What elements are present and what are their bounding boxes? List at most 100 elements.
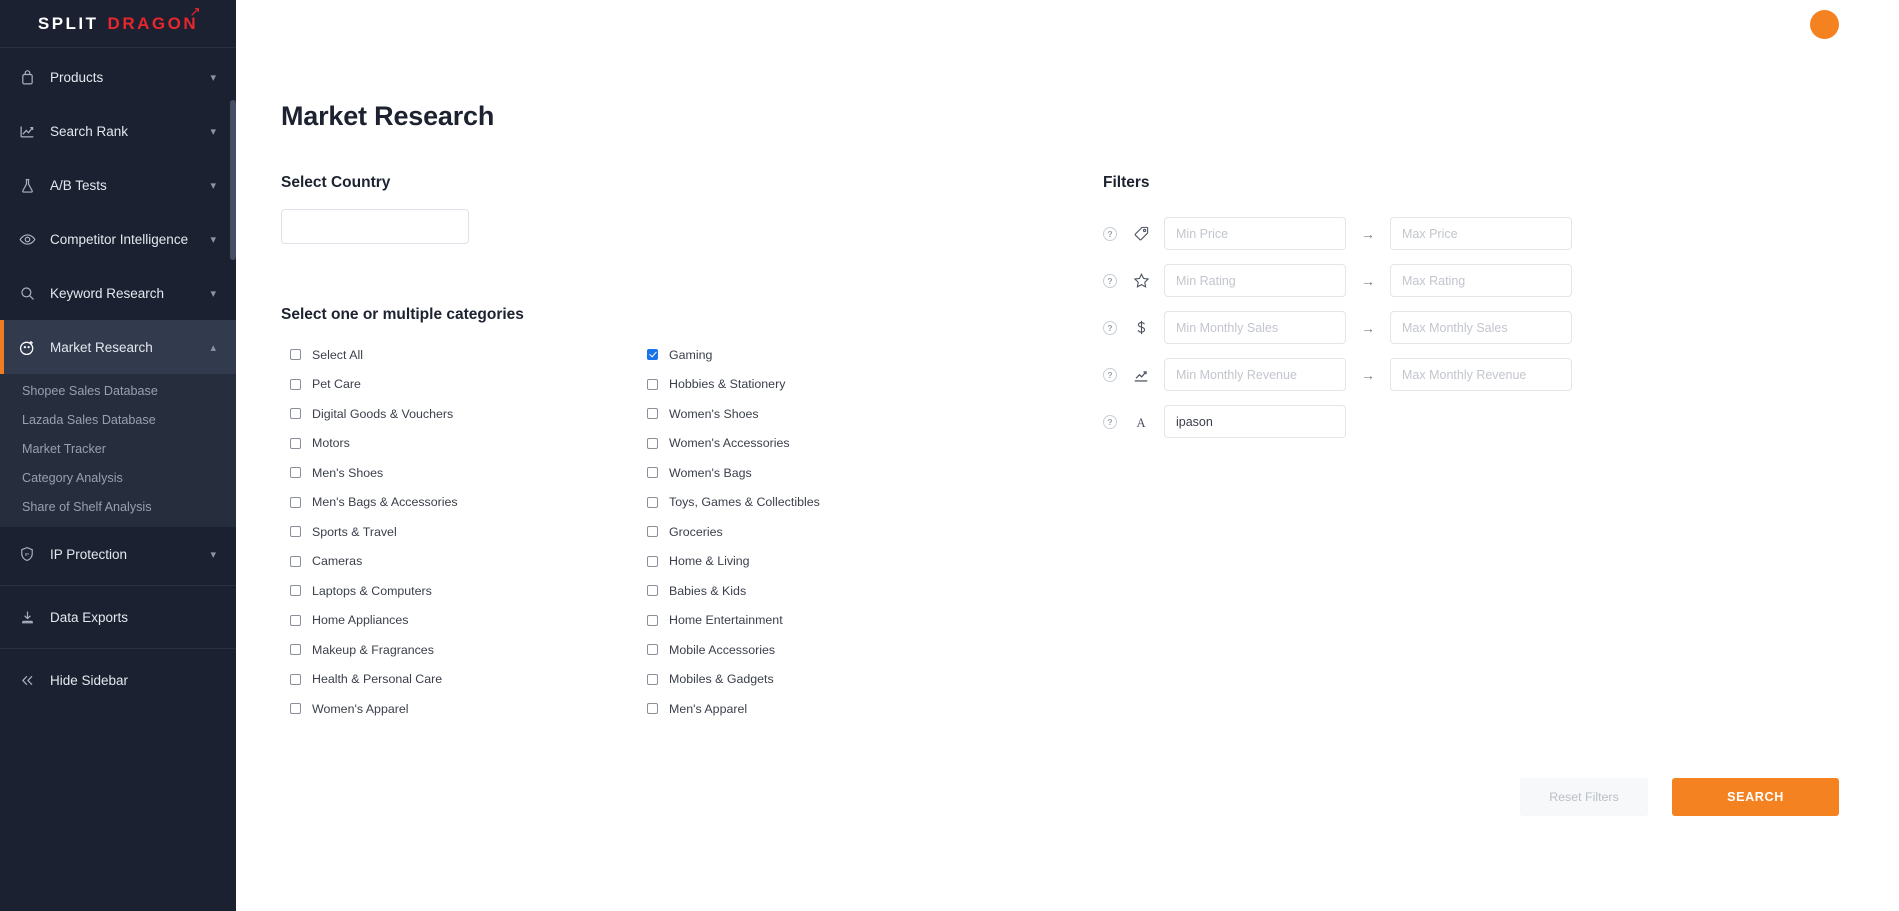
sidebar-item-search-rank[interactable]: Search Rank ▾ [0,104,236,158]
filter-min-input[interactable] [1164,311,1346,344]
country-label: Select Country [281,174,391,191]
category-label: Women's Shoes [669,406,759,421]
avatar[interactable] [1810,9,1839,39]
checkbox-icon[interactable] [290,467,301,479]
help-icon[interactable]: ? [1103,320,1117,335]
checkbox-icon[interactable] [647,703,658,715]
search-button[interactable]: SEARCH [1672,778,1839,816]
chevron-down-icon: ▾ [210,287,216,300]
sidebar-item-ip-protection[interactable]: IP IP Protection ▾ [0,527,236,581]
checkbox-icon[interactable] [647,585,658,597]
filter-min-input[interactable] [1164,405,1346,438]
submenu-item-shopee-sales-database[interactable]: Shopee Sales Database [0,376,236,405]
filter-max-input[interactable] [1390,358,1572,391]
category-row[interactable]: Motors [281,429,647,459]
category-row[interactable]: Home Appliances [281,606,647,636]
category-row[interactable]: Digital Goods & Vouchers [281,399,647,429]
checkbox-icon[interactable] [290,408,301,420]
sidebar-item-keyword-research[interactable]: Keyword Research ▾ [0,266,236,320]
checkbox-icon[interactable] [647,673,658,685]
category-row[interactable]: Toys, Games & Collectibles [647,488,1013,518]
checkbox-icon[interactable] [290,378,301,390]
category-row[interactable]: Health & Personal Care [281,665,647,695]
checkbox-icon[interactable] [647,467,658,479]
category-row[interactable]: Men's Apparel [647,694,1013,724]
sidebar-item-products[interactable]: Products ▾ [0,50,236,104]
category-row[interactable]: Makeup & Fragrances [281,635,647,665]
category-row[interactable]: Women's Apparel [281,694,647,724]
checkbox-icon[interactable] [647,496,658,508]
checkbox-icon[interactable] [647,526,658,538]
checkbox-icon[interactable] [290,526,301,538]
help-icon[interactable]: ? [1103,226,1117,241]
category-label: Select All [312,347,363,362]
category-row[interactable]: Pet Care [281,370,647,400]
filters-title: Filters [1103,174,1150,191]
checkbox-icon[interactable] [290,673,301,685]
reset-filters-button[interactable]: Reset Filters [1520,778,1648,816]
category-row[interactable]: Home & Living [647,547,1013,577]
checkbox-icon[interactable] [290,496,301,508]
category-row[interactable]: Laptops & Computers [281,576,647,606]
brand-logo[interactable]: SPLIT DRAGON [0,0,236,48]
submenu-item-category-analysis[interactable]: Category Analysis [0,463,236,492]
category-row[interactable]: Mobile Accessories [647,635,1013,665]
checkbox-icon[interactable] [647,408,658,420]
help-icon[interactable]: ? [1103,273,1117,288]
country-select[interactable] [281,209,469,244]
category-row[interactable]: Home Entertainment [647,606,1013,636]
range-arrow-icon: → [1361,225,1375,242]
category-row[interactable]: Women's Accessories [647,429,1013,459]
category-row[interactable]: Cameras [281,547,647,577]
sidebar-item-data-exports[interactable]: Data Exports [0,590,236,644]
filter-max-input[interactable] [1390,264,1572,297]
filter-max-input[interactable] [1390,311,1572,344]
sidebar-item-market-research[interactable]: Market Research ▴ [0,320,236,374]
checkbox-icon[interactable] [290,349,301,361]
checkbox-icon[interactable] [290,585,301,597]
category-row[interactable]: Women's Shoes [647,399,1013,429]
category-row[interactable]: Men's Bags & Accessories [281,488,647,518]
category-row[interactable]: Hobbies & Stationery [647,370,1013,400]
checkbox-icon[interactable] [290,703,301,715]
filter-max-input[interactable] [1390,217,1572,250]
checkbox-icon[interactable] [290,614,301,626]
checkbox-icon[interactable] [647,555,658,567]
checkbox-icon[interactable] [290,437,301,449]
category-row[interactable]: Mobiles & Gadgets [647,665,1013,695]
checkbox-icon[interactable] [647,437,658,449]
range-arrow-icon: → [1361,272,1375,289]
category-label: Mobile Accessories [669,642,776,657]
category-label: Men's Apparel [669,701,748,716]
brand-logo-primary: SPLIT [37,13,99,33]
category-row[interactable]: Groceries [647,517,1013,547]
chevron-up-icon: ▴ [210,341,216,354]
category-row[interactable]: Gaming [647,340,1013,370]
sidebar-item-hide-sidebar[interactable]: Hide Sidebar [0,653,236,707]
range-arrow-icon: → [1361,366,1375,383]
submenu-item-lazada-sales-database[interactable]: Lazada Sales Database [0,405,236,434]
checkbox-icon[interactable] [647,644,658,656]
submenu-item-share-of-shelf-analysis[interactable]: Share of Shelf Analysis [0,492,236,521]
sidebar-item-ab-tests[interactable]: A/B Tests ▾ [0,158,236,212]
category-row[interactable]: Women's Bags [647,458,1013,488]
help-icon[interactable]: ? [1103,414,1117,429]
checkbox-icon[interactable] [647,614,658,626]
submenu-item-market-tracker[interactable]: Market Tracker [0,434,236,463]
sidebar-item-competitor-intelligence[interactable]: Competitor Intelligence ▾ [0,212,236,266]
category-row[interactable]: Select All [281,340,647,370]
filter-min-input[interactable] [1164,264,1346,297]
category-label: Women's Apparel [312,701,409,716]
checkbox-checked-icon[interactable] [647,349,658,361]
filter-min-input[interactable] [1164,358,1346,391]
category-row[interactable]: Babies & Kids [647,576,1013,606]
category-row[interactable]: Sports & Travel [281,517,647,547]
checkbox-icon[interactable] [647,378,658,390]
category-row[interactable]: Men's Shoes [281,458,647,488]
help-icon[interactable]: ? [1103,367,1117,382]
double-chevron-left-icon [16,669,38,691]
filter-min-input[interactable] [1164,217,1346,250]
category-label: Groceries [669,524,723,539]
checkbox-icon[interactable] [290,555,301,567]
checkbox-icon[interactable] [290,644,301,656]
